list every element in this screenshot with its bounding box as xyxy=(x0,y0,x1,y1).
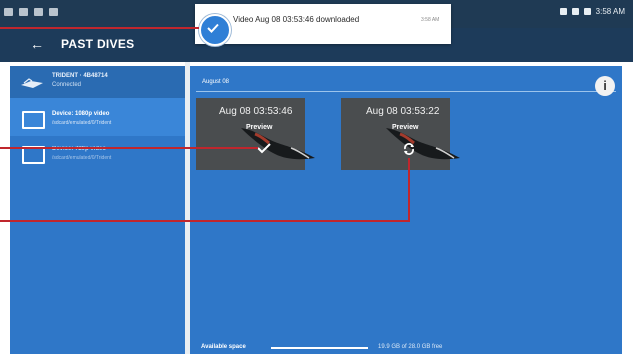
download-notification[interactable] xyxy=(195,4,451,44)
trident-name: TRIDENT · 4B48714 xyxy=(52,73,108,79)
callout-line xyxy=(0,27,199,29)
date-divider xyxy=(196,91,616,92)
status-icons-right: 3:58 AM xyxy=(559,7,625,16)
status-time: 3:58 AM xyxy=(595,7,625,16)
trident-status: Connected xyxy=(52,82,82,88)
check-icon xyxy=(257,143,271,154)
device-path: /sdcard/emulated/0/Trident xyxy=(52,120,112,126)
screenshot: 3:58 AM ← PAST DIVES Video Aug 08 03:53:… xyxy=(0,0,633,354)
page-title: PAST DIVES xyxy=(61,37,135,51)
free-space-text: 19.9 GB of 28.0 GB free xyxy=(378,344,443,350)
preview-label: Preview xyxy=(246,124,273,131)
storage-progress-bar xyxy=(271,347,368,349)
back-arrow-icon[interactable]: ← xyxy=(30,36,44,52)
battery-icon xyxy=(583,8,591,15)
callout-line xyxy=(0,220,410,222)
sync-icon xyxy=(404,143,414,155)
download-complete-icon xyxy=(199,14,231,46)
video-title: Aug 08 03:53:46 xyxy=(219,106,293,117)
status-icons-left xyxy=(4,8,58,16)
available-space-label: Available space xyxy=(201,344,246,350)
device-path: /sdcard/emulated/0/Trident xyxy=(52,155,112,161)
drone-icon xyxy=(21,78,43,88)
notification-text: Video Aug 08 03:53:46 downloaded xyxy=(233,15,360,24)
device-title: Device: 1080p video xyxy=(52,111,110,117)
tablet-icon xyxy=(22,111,45,129)
callout-line xyxy=(408,158,410,222)
video-title: Aug 08 03:53:22 xyxy=(366,106,440,117)
notification-time: 3:58 AM xyxy=(421,17,440,23)
wifi-icon xyxy=(571,8,579,15)
callout-line xyxy=(0,147,258,149)
preview-label: Preview xyxy=(392,124,419,131)
signal-icon xyxy=(559,8,567,15)
info-button[interactable]: i xyxy=(595,76,615,96)
date-header: August 08 xyxy=(202,79,230,85)
